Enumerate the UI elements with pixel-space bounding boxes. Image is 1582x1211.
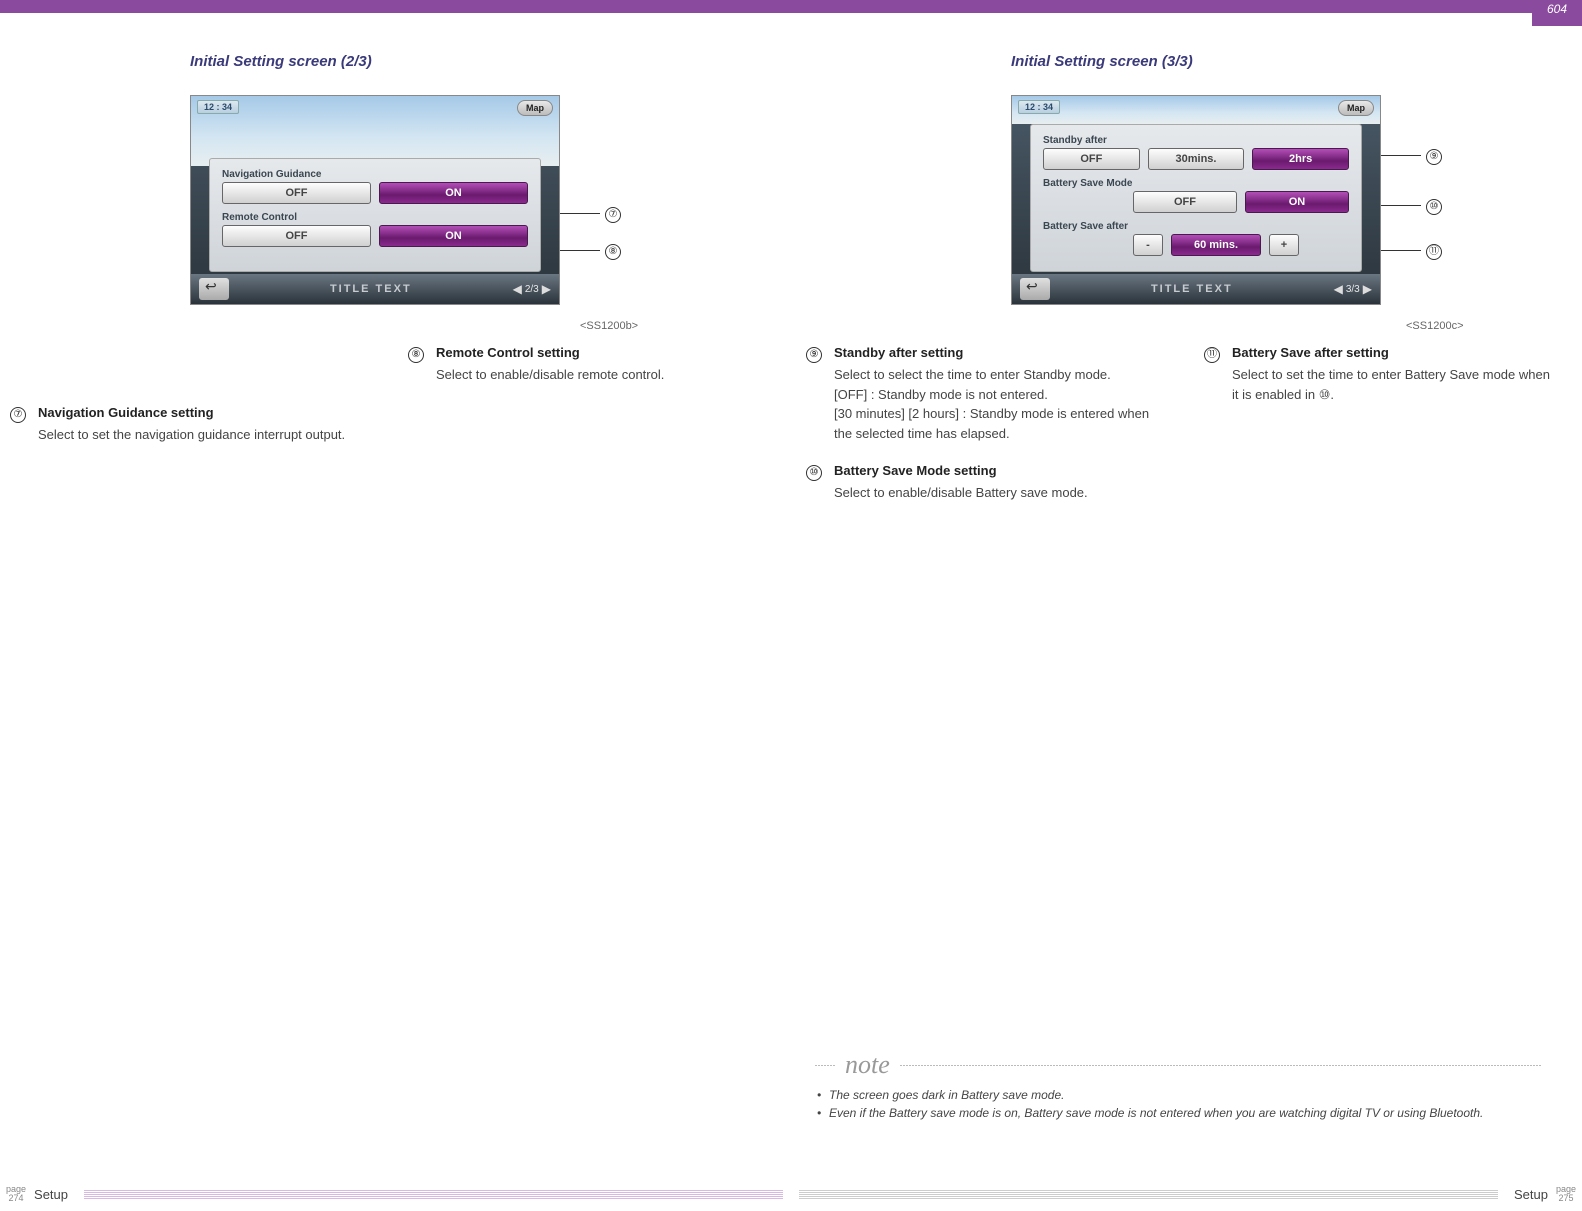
- footer-stripe: [799, 1189, 1498, 1199]
- desc-text: Select to set the navigation guidance in…: [38, 425, 345, 445]
- category-left: Setup: [34, 1187, 68, 1202]
- leader-line-9: [1381, 155, 1421, 156]
- back-arrow-icon[interactable]: [1020, 278, 1050, 300]
- row-label-standby: Standby after: [1043, 135, 1349, 146]
- leader-line-7: [560, 213, 600, 214]
- screenshot-right-wrap: 12 : 34 Map Standby after OFF 30mins. 2h…: [1011, 95, 1552, 305]
- map-button[interactable]: Map: [517, 100, 553, 116]
- note-block: note The screen goes dark in Battery sav…: [815, 1050, 1542, 1124]
- prev-icon[interactable]: ◀: [1334, 282, 1343, 296]
- screenshot-left: 12 : 34 Map Navigation Guidance OFF ON R…: [190, 95, 560, 305]
- right-page: Initial Setting screen (3/3) 12 : 34 Map…: [791, 53, 1582, 305]
- row-label-batt-after: Battery Save after: [1043, 221, 1349, 232]
- desc-title: Standby after setting: [834, 345, 1159, 360]
- left-page: Initial Setting screen (2/3) 12 : 34 Map…: [0, 53, 791, 305]
- next-icon[interactable]: ▶: [542, 282, 551, 296]
- desc-text: Select to enable/disable Battery save mo…: [834, 483, 1088, 503]
- ss-label-right: <SS1200c>: [1406, 320, 1464, 332]
- prev-icon[interactable]: ◀: [513, 282, 522, 296]
- screenshot-left-wrap: 12 : 34 Map Navigation Guidance OFF ON R…: [190, 95, 761, 305]
- desc-text: Select to select the time to enter Stand…: [834, 365, 1159, 443]
- top-bar: [0, 0, 1582, 13]
- desc-item-10: ⑩ Battery Save Mode setting Select to en…: [806, 463, 1159, 503]
- desc-title: Navigation Guidance setting: [38, 405, 345, 420]
- footer-title: TITLE TEXT: [1151, 283, 1233, 295]
- batt-after-value[interactable]: 60 mins.: [1171, 234, 1261, 256]
- batt-off-button[interactable]: OFF: [1133, 191, 1237, 213]
- standby-30-button[interactable]: 30mins.: [1148, 148, 1245, 170]
- leader-line-10: [1381, 205, 1421, 206]
- plus-button[interactable]: +: [1269, 234, 1299, 256]
- desc-item-7: ⑦ Navigation Guidance setting Select to …: [10, 405, 363, 445]
- clock: 12 : 34: [1018, 100, 1060, 114]
- row-label-remote: Remote Control: [222, 212, 528, 223]
- page-num-left: page 274: [6, 1185, 26, 1203]
- desc-num: ⑨: [806, 347, 822, 363]
- callout-9: ⑨: [1426, 147, 1442, 165]
- standby-2hrs-button[interactable]: 2hrs: [1252, 148, 1349, 170]
- note-label: note: [845, 1050, 890, 1080]
- remote-on-button[interactable]: ON: [379, 225, 528, 247]
- page-footer: page 274 Setup Setup page 275: [0, 1185, 1582, 1203]
- page-indicator: 3/3: [1346, 284, 1360, 295]
- pager[interactable]: ◀ 2/3 ▶: [513, 282, 551, 296]
- nav-off-button[interactable]: OFF: [222, 182, 371, 204]
- desc-num: ⑩: [806, 465, 822, 481]
- screenshot-right: 12 : 34 Map Standby after OFF 30mins. 2h…: [1011, 95, 1381, 305]
- category-right: Setup: [1514, 1187, 1548, 1202]
- ss-label-left: <SS1200b>: [580, 320, 638, 332]
- desc-title: Battery Save Mode setting: [834, 463, 1088, 478]
- desc-item-11: ⑪ Battery Save after setting Select to s…: [1204, 345, 1557, 404]
- desc-title: Remote Control setting: [436, 345, 664, 360]
- callout-10: ⑩: [1426, 197, 1442, 215]
- desc-text: Select to set the time to enter Battery …: [1232, 365, 1557, 404]
- desc-num: ⑦: [10, 407, 26, 423]
- note-item: The screen goes dark in Battery save mod…: [829, 1088, 1542, 1102]
- desc-title: Battery Save after setting: [1232, 345, 1557, 360]
- callout-11: ⑪: [1426, 242, 1442, 260]
- page-num-right: page 275: [1556, 1185, 1576, 1203]
- back-arrow-icon[interactable]: [199, 278, 229, 300]
- clock: 12 : 34: [197, 100, 239, 114]
- leader-line-8: [560, 250, 600, 251]
- note-item: Even if the Battery save mode is on, Bat…: [829, 1106, 1542, 1120]
- map-button[interactable]: Map: [1338, 100, 1374, 116]
- batt-on-button[interactable]: ON: [1245, 191, 1349, 213]
- callout-7: ⑦: [605, 205, 621, 223]
- nav-on-button[interactable]: ON: [379, 182, 528, 204]
- pager[interactable]: ◀ 3/3 ▶: [1334, 282, 1372, 296]
- callout-8: ⑧: [605, 242, 621, 260]
- page-indicator: 2/3: [525, 284, 539, 295]
- row-label-nav: Navigation Guidance: [222, 169, 528, 180]
- footer-stripe: [84, 1189, 783, 1199]
- desc-num: ⑪: [1204, 347, 1220, 363]
- descriptions: ⑦ Navigation Guidance setting Select to …: [0, 345, 1582, 523]
- row-label-batt-mode: Battery Save Mode: [1043, 178, 1349, 189]
- remote-off-button[interactable]: OFF: [222, 225, 371, 247]
- section-title-right: Initial Setting screen (3/3): [1011, 53, 1552, 70]
- desc-item-8: ⑧ Remote Control setting Select to enabl…: [408, 345, 761, 385]
- desc-text: Select to enable/disable remote control.: [436, 365, 664, 385]
- section-title-left: Initial Setting screen (2/3): [190, 53, 761, 70]
- minus-button[interactable]: -: [1133, 234, 1163, 256]
- leader-line-11: [1381, 250, 1421, 251]
- next-icon[interactable]: ▶: [1363, 282, 1372, 296]
- footer-title: TITLE TEXT: [330, 283, 412, 295]
- desc-num: ⑧: [408, 347, 424, 363]
- desc-item-9: ⑨ Standby after setting Select to select…: [806, 345, 1159, 443]
- standby-off-button[interactable]: OFF: [1043, 148, 1140, 170]
